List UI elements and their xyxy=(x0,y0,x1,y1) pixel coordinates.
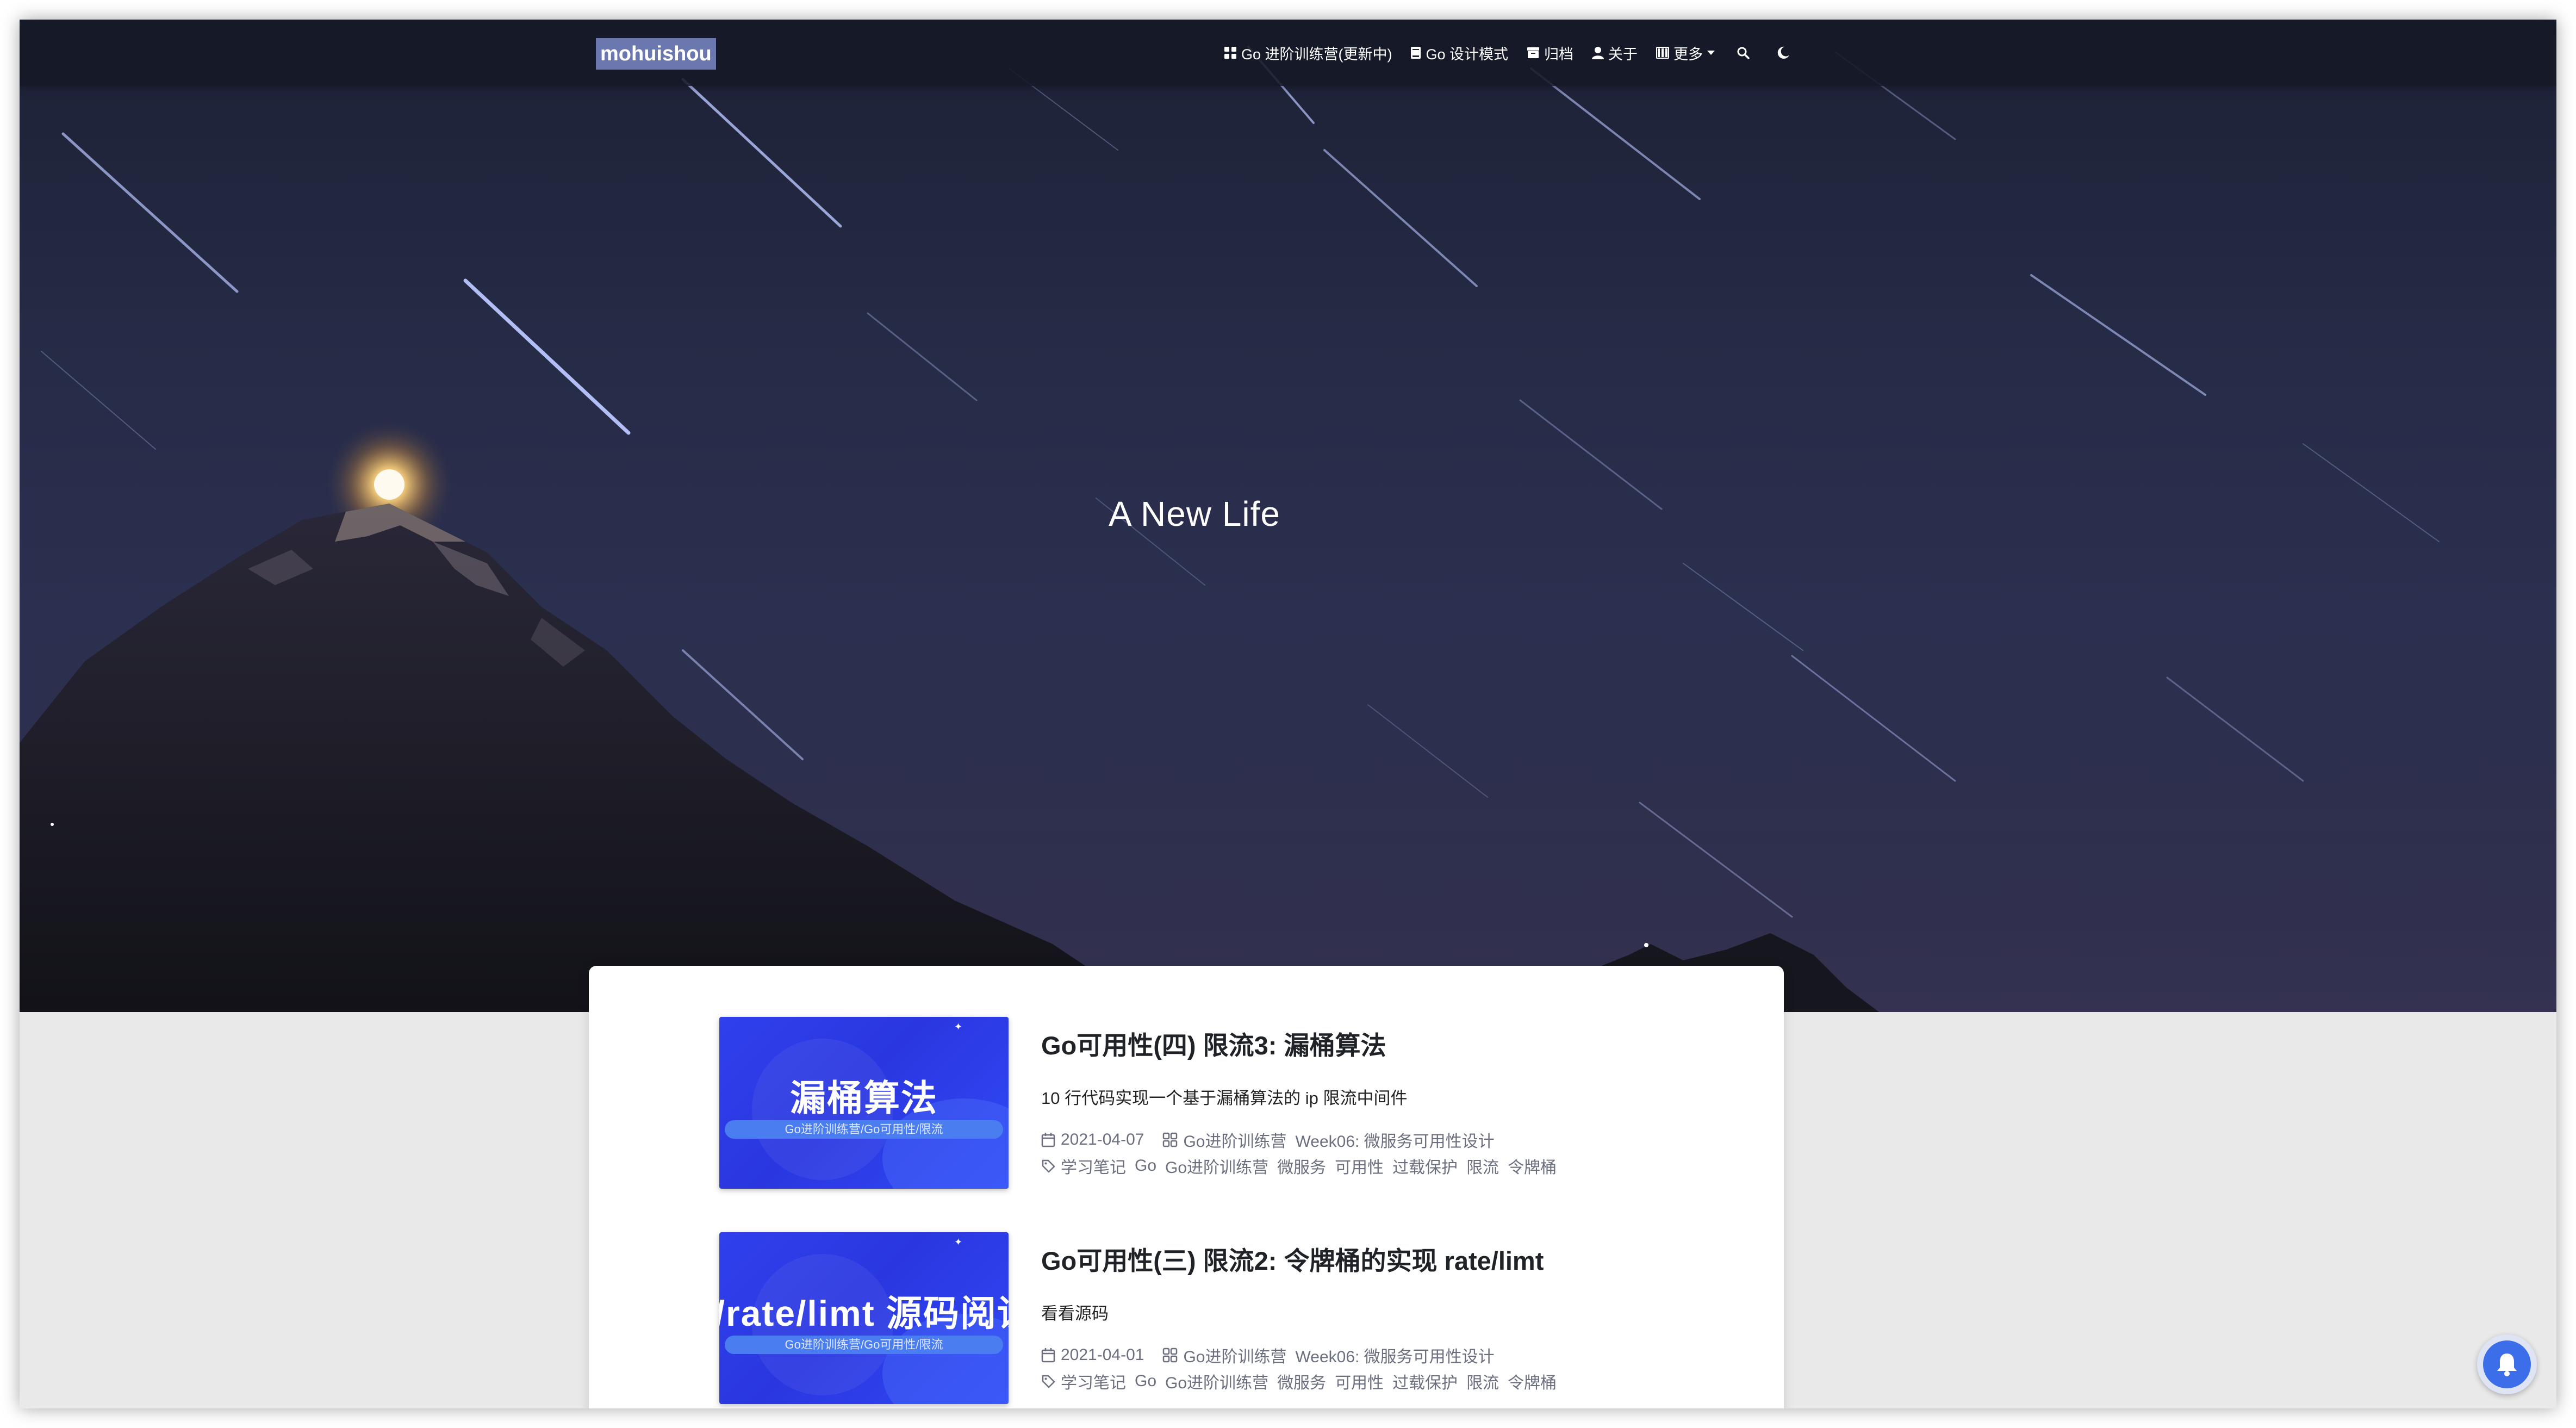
post-category-link[interactable]: Week06: 微服务可用性设计 xyxy=(1296,1128,1495,1152)
thumbnail-subtitle: Go进阶训练营/Go可用性/限流 xyxy=(725,1336,1003,1354)
nav-item-label: 关于 xyxy=(1608,46,1638,63)
tag-icon xyxy=(1041,1374,1055,1388)
post-tag-link[interactable]: 限流 xyxy=(1466,1154,1499,1178)
post-list-card: ✦ 漏桶算法 Go进阶训练营/Go可用性/限流 Go可用性(四) 限流3: 漏桶… xyxy=(589,966,1784,1408)
post-item: ✦ x/rate/limt 源码阅读 Go进阶训练营/Go可用性/限流 Go可用… xyxy=(719,1232,1698,1406)
post-tag-link[interactable]: 令牌桶 xyxy=(1508,1154,1557,1178)
post-thumbnail[interactable]: ✦ x/rate/limt 源码阅读 Go进阶训练营/Go可用性/限流 xyxy=(719,1232,1009,1404)
post-meta-row: 2021-04-01 Go进阶训练营 Week06: 微服务可用性设计 xyxy=(1041,1343,1495,1367)
nav-item-design-patterns[interactable]: Go 设计模式 xyxy=(1410,42,1508,64)
thumbnail-subtitle: Go进阶训练营/Go可用性/限流 xyxy=(725,1120,1003,1139)
post-tag-link[interactable]: 可用性 xyxy=(1335,1369,1384,1393)
top-navbar: mohuishou Go 进阶训练营(更新中) Go 设计模式 归档 关于 更多 xyxy=(20,20,2556,86)
calendar-icon xyxy=(1041,1348,1055,1363)
theme-toggle-button[interactable] xyxy=(1777,46,1790,59)
post-category-link[interactable]: Go进阶训练营 xyxy=(1183,1128,1286,1152)
post-item: ✦ 漏桶算法 Go进阶训练营/Go可用性/限流 Go可用性(四) 限流3: 漏桶… xyxy=(719,1017,1698,1191)
post-category-link[interactable]: Week06: 微服务可用性设计 xyxy=(1296,1343,1495,1367)
post-tag-link[interactable]: 限流 xyxy=(1466,1369,1499,1393)
post-tags-row: 学习笔记 Go Go进阶训练营 微服务 可用性 过载保护 限流 令牌桶 xyxy=(1041,1154,1565,1178)
post-tag-link[interactable]: 微服务 xyxy=(1277,1154,1326,1178)
category-icon xyxy=(1162,1132,1178,1147)
post-date: 2021-04-01 xyxy=(1061,1346,1144,1364)
archive-icon xyxy=(1527,47,1540,59)
browser-viewport: mohuishou Go 进阶训练营(更新中) Go 设计模式 归档 关于 更多… xyxy=(20,20,2556,1408)
nav-item-label: Go 进阶训练营(更新中) xyxy=(1241,46,1392,63)
nav-item-more-dropdown[interactable]: 更多 xyxy=(1656,42,1715,64)
bell-icon xyxy=(2483,1340,2531,1388)
post-category-link[interactable]: Go进阶训练营 xyxy=(1183,1343,1286,1367)
nav-item-label: Go 设计模式 xyxy=(1426,46,1508,63)
post-tag-link[interactable]: Go进阶训练营 xyxy=(1165,1154,1268,1178)
post-date: 2021-04-07 xyxy=(1061,1131,1144,1148)
post-tag-link[interactable]: 令牌桶 xyxy=(1508,1369,1557,1393)
post-tag-link[interactable]: 微服务 xyxy=(1277,1369,1326,1393)
post-tag-link[interactable]: 过载保护 xyxy=(1392,1154,1458,1178)
tag-icon xyxy=(1041,1159,1055,1173)
moon-icon xyxy=(1777,46,1790,59)
post-meta-row: 2021-04-07 Go进阶训练营 Week06: 微服务可用性设计 xyxy=(1041,1128,1495,1152)
nav-item-archive[interactable]: 归档 xyxy=(1527,42,1573,64)
thumbnail-title: 漏桶算法 xyxy=(790,1078,938,1118)
post-tag-link[interactable]: 可用性 xyxy=(1335,1154,1384,1178)
post-title-link[interactable]: Go可用性(四) 限流3: 漏桶算法 xyxy=(1041,1025,1386,1062)
post-tag-link[interactable]: 过载保护 xyxy=(1392,1369,1458,1393)
nav-item-label: 更多 xyxy=(1673,46,1703,63)
post-summary: 看看源码 xyxy=(1041,1304,1109,1323)
user-icon xyxy=(1592,46,1604,59)
post-summary: 10 行代码实现一个基于漏桶算法的 ip 限流中间件 xyxy=(1041,1089,1408,1108)
search-icon xyxy=(1737,46,1750,59)
hero-title: A New Life xyxy=(1109,494,1280,533)
post-tag-link[interactable]: Go进阶训练营 xyxy=(1165,1369,1268,1393)
nav-menu: Go 进阶训练营(更新中) Go 设计模式 归档 关于 更多 xyxy=(1205,20,1790,86)
search-button[interactable] xyxy=(1737,46,1750,59)
nav-item-go-training[interactable]: Go 进阶训练营(更新中) xyxy=(1224,42,1392,64)
post-tag-link[interactable]: 学习笔记 xyxy=(1061,1154,1126,1178)
post-title-link[interactable]: Go可用性(三) 限流2: 令牌桶的实现 rate/limt xyxy=(1041,1240,1544,1277)
book-icon xyxy=(1410,46,1421,59)
category-icon xyxy=(1162,1348,1178,1363)
nav-item-label: 归档 xyxy=(1544,46,1573,63)
nav-item-about[interactable]: 关于 xyxy=(1592,42,1638,64)
sparkle-icon: ✦ xyxy=(954,1021,963,1032)
notification-button[interactable] xyxy=(2477,1334,2537,1394)
post-tag-link[interactable]: 学习笔记 xyxy=(1061,1369,1126,1393)
calendar-icon xyxy=(1041,1132,1055,1147)
columns-icon xyxy=(1656,47,1669,59)
site-brand-link[interactable]: mohuishou xyxy=(596,38,716,70)
post-tag-link[interactable]: Go xyxy=(1135,1372,1156,1390)
post-tags-row: 学习笔记 Go Go进阶训练营 微服务 可用性 过载保护 限流 令牌桶 xyxy=(1041,1369,1565,1393)
chevron-down-icon xyxy=(1707,51,1715,55)
post-thumbnail[interactable]: ✦ 漏桶算法 Go进阶训练营/Go可用性/限流 xyxy=(719,1017,1009,1189)
post-tag-link[interactable]: Go xyxy=(1135,1157,1156,1175)
grid-icon xyxy=(1224,46,1237,59)
thumbnail-title: x/rate/limt 源码阅读 xyxy=(719,1293,1009,1333)
sparkle-icon: ✦ xyxy=(954,1237,963,1247)
